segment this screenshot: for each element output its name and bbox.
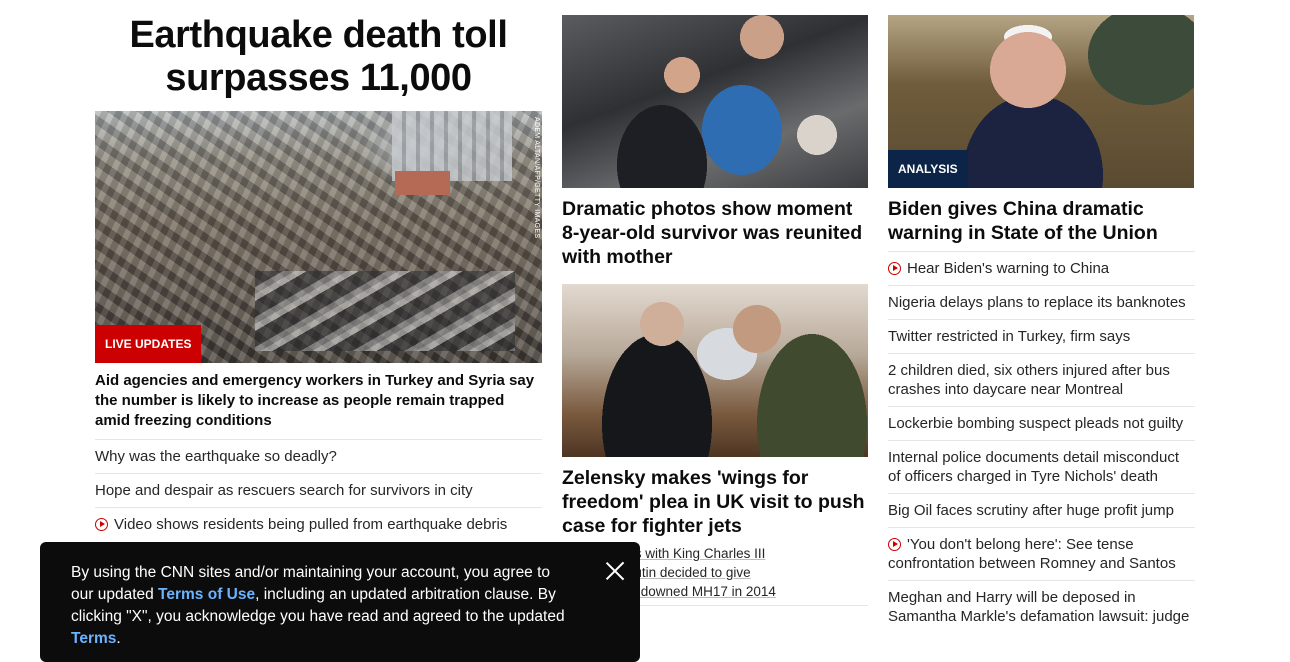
biden-photo[interactable]: ANALYSIS xyxy=(888,15,1194,188)
list-item-text: Video shows residents being pulled from … xyxy=(114,516,508,533)
zelensky-photo[interactable] xyxy=(562,284,868,457)
list-item[interactable]: Nigeria delays plans to replace its bank… xyxy=(888,286,1195,320)
list-item-text: Nigeria delays plans to replace its bank… xyxy=(888,294,1186,311)
list-item-text: Lockerbie bombing suspect pleads not gui… xyxy=(888,415,1184,432)
list-item-text: Internal police documents detail miscond… xyxy=(888,449,1179,485)
image-credit: ADEM ALTAN/AFP/GETTY IMAGES xyxy=(533,117,540,239)
survivor-headline[interactable]: Dramatic photos show moment 8-year-old s… xyxy=(562,197,868,269)
analysis-badge: ANALYSIS xyxy=(888,150,968,188)
list-item[interactable]: 2 children died, six others injured afte… xyxy=(888,354,1195,407)
video-play-icon xyxy=(888,538,901,551)
list-item-text: 2 children died, six others injured afte… xyxy=(888,362,1170,398)
image-debris xyxy=(255,271,515,351)
list-item-text: Hope and despair as rescuers search for … xyxy=(95,482,473,499)
list-item[interactable]: 'You don't belong here': See tense confr… xyxy=(888,528,1195,581)
close-icon[interactable] xyxy=(604,560,626,582)
list-item[interactable]: Twitter restricted in Turkey, firm says xyxy=(888,320,1195,354)
lead-image[interactable]: ADEM ALTAN/AFP/GETTY IMAGES LIVE UPDATES xyxy=(95,111,542,363)
list-item[interactable]: Meghan and Harry will be deposed in Sama… xyxy=(888,581,1195,633)
zelensky-headline[interactable]: Zelensky makes 'wings for freedom' plea … xyxy=(562,466,868,538)
lead-headline[interactable]: Earthquake death toll surpasses 11,000 xyxy=(95,14,542,100)
biden-headline[interactable]: Biden gives China dramatic warning in St… xyxy=(888,197,1195,252)
list-item[interactable]: Hear Biden's warning to China xyxy=(888,252,1195,286)
terms-of-use-link[interactable]: Terms of Use xyxy=(158,586,255,603)
list-item-text: Meghan and Harry will be deposed in Sama… xyxy=(888,589,1190,625)
list-item[interactable]: Big Oil faces scrutiny after huge profit… xyxy=(888,494,1195,528)
list-item[interactable]: Hope and despair as rescuers search for … xyxy=(95,474,542,508)
image-roof xyxy=(395,171,450,195)
video-play-icon xyxy=(888,262,901,275)
terms-text-part: . xyxy=(116,630,121,647)
terms-of-use-banner: By using the CNN sites and/or maintainin… xyxy=(40,542,640,662)
list-item-text: Twitter restricted in Turkey, firm says xyxy=(888,328,1131,345)
lead-story-column: Earthquake death toll surpasses 11,000 A… xyxy=(95,14,542,541)
right-headlines-list: Hear Biden's warning to China Nigeria de… xyxy=(888,252,1195,633)
list-item[interactable]: Video shows residents being pulled from … xyxy=(95,508,542,541)
lead-summary[interactable]: Aid agencies and emergency workers in Tu… xyxy=(95,371,542,440)
list-item-text: Why was the earthquake so deadly? xyxy=(95,448,337,465)
list-item[interactable]: Why was the earthquake so deadly? xyxy=(95,440,542,474)
list-item-text: Hear Biden's warning to China xyxy=(907,260,1110,277)
list-item[interactable]: Internal police documents detail miscond… xyxy=(888,441,1195,494)
terms-banner-text: By using the CNN sites and/or maintainin… xyxy=(71,562,570,650)
list-item-text: 'You don't belong here': See tense confr… xyxy=(888,536,1176,572)
list-item-text: Big Oil faces scrutiny after huge profit… xyxy=(888,502,1174,519)
middle-column: Dramatic photos show moment 8-year-old s… xyxy=(562,15,868,606)
live-updates-badge: LIVE UPDATES xyxy=(95,325,202,363)
right-column: ANALYSIS Biden gives China dramatic warn… xyxy=(888,15,1195,633)
survivor-photo[interactable] xyxy=(562,15,868,188)
video-play-icon xyxy=(95,518,108,531)
list-item[interactable]: Lockerbie bombing suspect pleads not gui… xyxy=(888,407,1195,441)
terms-link[interactable]: Terms xyxy=(71,630,116,647)
lead-related-list: Why was the earthquake so deadly? Hope a… xyxy=(95,440,542,541)
